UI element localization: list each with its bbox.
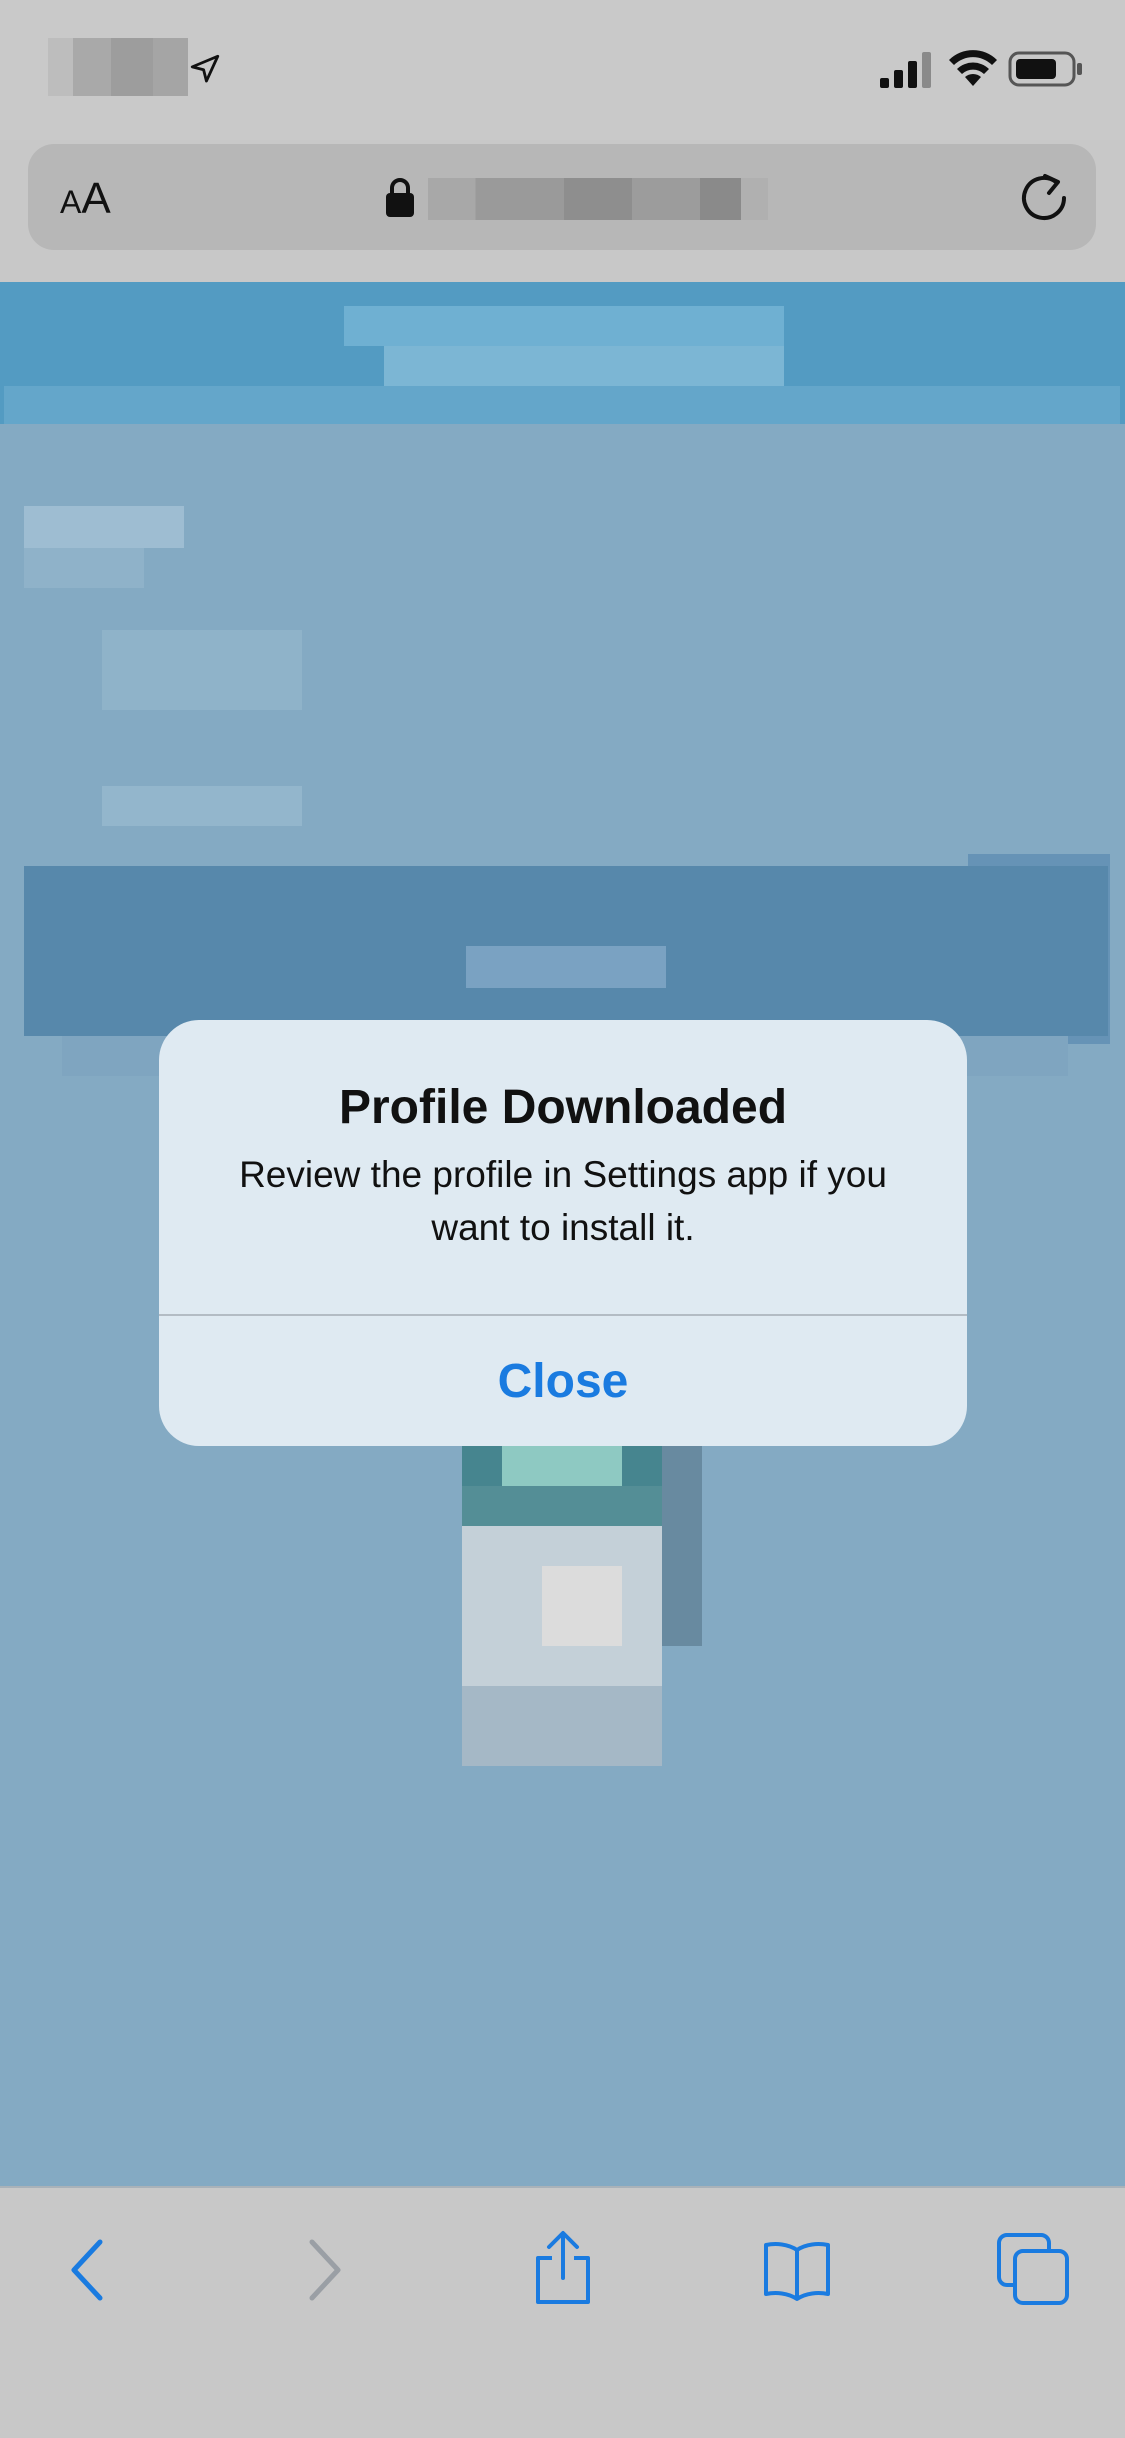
url-redacted[interactable] <box>428 178 768 220</box>
redacted-block <box>24 548 144 588</box>
status-time-redacted <box>48 38 188 96</box>
bookmarks-icon[interactable] <box>762 2240 832 2302</box>
close-button[interactable]: Close <box>159 1316 967 1446</box>
redacted-image <box>462 1486 662 1526</box>
back-icon[interactable] <box>66 2238 110 2302</box>
header-redacted-line <box>344 306 784 346</box>
share-icon[interactable] <box>530 2230 596 2306</box>
profile-downloaded-alert: Profile Downloaded Review the profile in… <box>159 1020 967 1446</box>
text-size-large-label: A <box>81 174 111 223</box>
redacted-block <box>24 506 184 548</box>
redacted-image <box>542 1566 622 1646</box>
text-size-button[interactable]: AA <box>60 174 111 224</box>
header-strip <box>4 386 1120 424</box>
cellular-signal-icon <box>880 52 931 88</box>
alert-title: Profile Downloaded <box>338 1081 788 1134</box>
tabs-icon[interactable] <box>996 2232 1070 2306</box>
status-bar <box>0 0 1125 140</box>
redacted-image <box>502 1446 622 1486</box>
battery-icon <box>1008 51 1082 87</box>
reload-icon[interactable] <box>1016 170 1072 226</box>
forward-icon[interactable] <box>302 2238 346 2302</box>
redacted-block <box>102 786 302 826</box>
redacted-image <box>462 1686 662 1766</box>
wifi-icon <box>949 50 997 86</box>
page-header <box>0 282 1125 424</box>
redacted-block <box>102 630 302 710</box>
location-arrow-icon <box>190 54 220 83</box>
alert-message: Review the profile in Settings app if yo… <box>239 1154 887 1248</box>
header-redacted-line <box>384 346 784 386</box>
banner-redacted-text <box>466 946 666 988</box>
lock-icon <box>386 178 414 217</box>
redacted-image <box>662 1446 702 1646</box>
text-size-small-label: A <box>60 184 82 220</box>
bottom-toolbar <box>0 2186 1125 2438</box>
